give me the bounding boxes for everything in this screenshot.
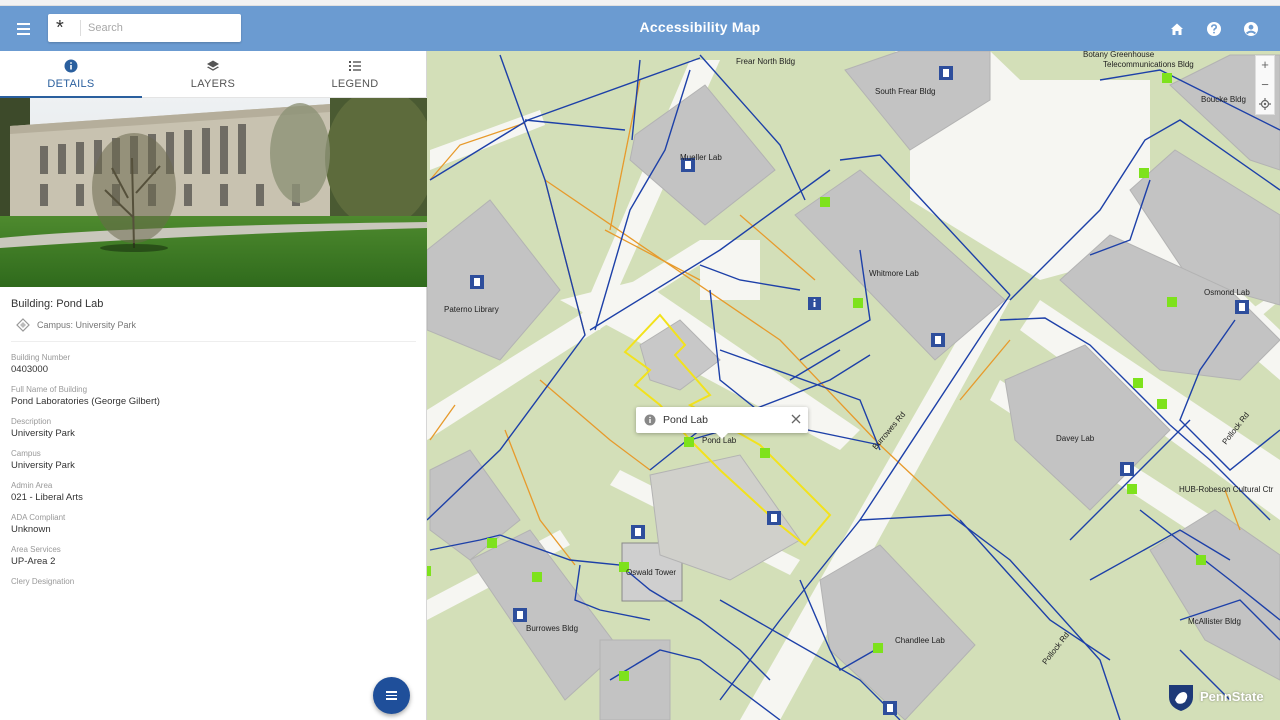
zoom-controls: + − <box>1255 55 1275 115</box>
info-icon <box>64 59 78 73</box>
field-value: Pond Laboratories (George Gilbert) <box>11 396 160 407</box>
field-full-name: Full Name of Building Pond Laboratories … <box>11 385 411 417</box>
field-value: Unknown <box>11 524 51 535</box>
close-icon[interactable] <box>790 413 802 425</box>
field-label: Building Number <box>11 353 71 362</box>
list-icon <box>349 61 361 71</box>
divider <box>11 341 416 342</box>
field-label: Campus <box>11 449 41 458</box>
locate-icon[interactable] <box>1259 98 1271 110</box>
attribute-list: Building Number 0403000 Full Name of Bui… <box>11 353 411 609</box>
details-panel: DETAILS LAYERS LEGEND Building: Pond Lab… <box>0 51 427 720</box>
field-label: Description <box>11 417 52 426</box>
zoom-out-button[interactable]: − <box>1256 76 1274 94</box>
popup-title: Pond Lab <box>663 414 708 426</box>
field-value: University Park <box>11 460 75 471</box>
field-area-services: Area Services UP-Area 2 <box>11 545 411 577</box>
field-clery-designation: Clery Designation <box>11 577 411 609</box>
map-popup: Pond Lab <box>636 407 808 439</box>
field-value: UP-Area 2 <box>11 556 56 567</box>
tab-details-label: DETAILS <box>47 78 95 90</box>
field-value: 021 - Liberal Arts <box>11 492 83 503</box>
label-oswald: Oswald Tower <box>626 568 676 577</box>
field-ada-compliant: ADA Compliant Unknown <box>11 513 411 545</box>
label-whitmore: Whitmore Lab <box>869 269 919 278</box>
field-label: Admin Area <box>11 481 53 490</box>
tab-layers-label: LAYERS <box>190 78 236 90</box>
tab-details[interactable]: DETAILS <box>0 51 142 98</box>
map-canvas[interactable]: Frear North Bldg Botany Greenhouse Telec… <box>427 51 1280 720</box>
tab-legend-label: LEGEND <box>331 78 379 90</box>
app-title: Accessibility Map <box>639 19 761 35</box>
layers-icon <box>207 60 219 71</box>
panel-menu-button[interactable] <box>373 677 410 714</box>
label-mcallister: McAllister Bldg <box>1188 617 1241 626</box>
label-hub: HUB-Robeson Cultural Ctr <box>1179 485 1274 494</box>
campus-text: Campus: University Park <box>37 320 137 330</box>
field-description: Description University Park <box>11 417 411 449</box>
field-admin-area: Admin Area 021 - Liberal Arts <box>11 481 411 513</box>
tab-legend[interactable]: LEGEND <box>284 51 426 98</box>
label-south-frear: South Frear Bldg <box>875 87 935 96</box>
nittany-lion-shield-icon <box>1169 685 1193 711</box>
field-label: Full Name of Building <box>11 385 88 394</box>
field-label: ADA Compliant <box>11 513 66 522</box>
label-frear-north: Frear North Bldg <box>736 57 795 66</box>
tab-layers[interactable]: LAYERS <box>142 51 284 98</box>
building-photo <box>0 98 427 287</box>
label-paterno: Paterno Library <box>444 305 499 314</box>
field-label: Clery Designation <box>11 577 75 586</box>
field-value: University Park <box>11 428 75 439</box>
home-icon[interactable] <box>1168 20 1186 38</box>
label-davey: Davey Lab <box>1056 434 1095 443</box>
panel-tabs: DETAILS LAYERS LEGEND <box>0 51 427 98</box>
app-header: * Accessibility Map <box>0 6 1280 51</box>
label-telecom: Telecommunications Bldg <box>1103 60 1194 69</box>
campus-icon <box>16 318 30 332</box>
help-icon[interactable] <box>1205 20 1223 38</box>
map-view[interactable]: Frear North Bldg Botany Greenhouse Telec… <box>427 51 1280 720</box>
pennstate-logo: PennState <box>1166 683 1264 711</box>
label-burrowes-bldg: Burrowes Bldg <box>526 624 578 633</box>
field-building-number: Building Number 0403000 <box>11 353 411 385</box>
info-icon <box>644 414 656 426</box>
field-label: Area Services <box>11 545 61 554</box>
label-osmond: Osmond Lab <box>1204 288 1250 297</box>
label-mueller: Mueller Lab <box>680 153 722 162</box>
zoom-in-button[interactable]: + <box>1256 56 1274 74</box>
account-icon[interactable] <box>1242 20 1260 38</box>
pennstate-wordmark: PennState <box>1200 689 1264 704</box>
label-boucke: Boucke Bldg <box>1201 95 1246 104</box>
label-chandlee: Chandlee Lab <box>895 636 945 645</box>
building-name: Building: Pond Lab <box>11 298 104 310</box>
field-value: 0403000 <box>11 364 48 375</box>
field-campus: Campus University Park <box>11 449 411 481</box>
label-botany: Botany Greenhouse <box>1083 51 1155 59</box>
